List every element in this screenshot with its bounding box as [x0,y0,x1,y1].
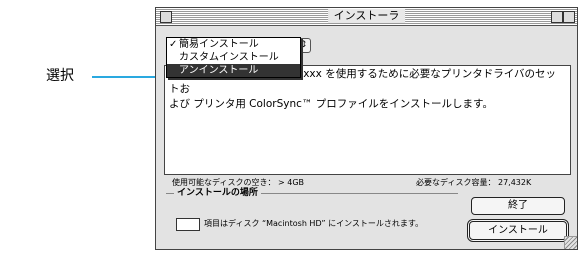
window-title: インストーラ [327,9,406,23]
install-location-group: インストールの場所 項目はディスク “Macintosh HD” にインストール… [166,187,458,250]
install-type-menu: 簡易インストール カスタムインストール アンインストール [166,37,301,78]
collapse-box-icon[interactable] [563,11,575,23]
resize-grip-icon[interactable] [564,236,577,249]
install-location-title: インストールの場所 [174,187,261,199]
menu-item-easy-install[interactable]: 簡易インストール [167,38,300,51]
installer-window: インストーラ ⇕ 簡易インストール カスタムインストール アンインストール xx… [155,7,578,250]
description-line-2: よび プリンタ用 ColorSync™ プロファイルをインストールします。 [169,98,493,110]
menu-item-custom-install[interactable]: カスタムインストール [167,51,300,64]
description-area: xxxx を使用するために必要なプリンタドライバのセットお よび プリンタ用 C… [164,65,571,175]
disk-icon [176,218,200,231]
close-box-icon[interactable] [160,11,172,23]
callout-label: 選択 [46,68,74,84]
menu-item-uninstall[interactable]: アンインストール [167,64,300,77]
install-button[interactable]: インストール [467,219,569,242]
quit-button[interactable]: 終了 [471,197,565,215]
disk-required-text: 必要なディスク容量： 27,432K [416,178,532,187]
install-location-text: 項目はディスク “Macintosh HD” にインストールされます。 [204,219,424,228]
title-bar[interactable]: インストーラ [156,8,577,26]
zoom-box-icon[interactable] [551,11,563,23]
